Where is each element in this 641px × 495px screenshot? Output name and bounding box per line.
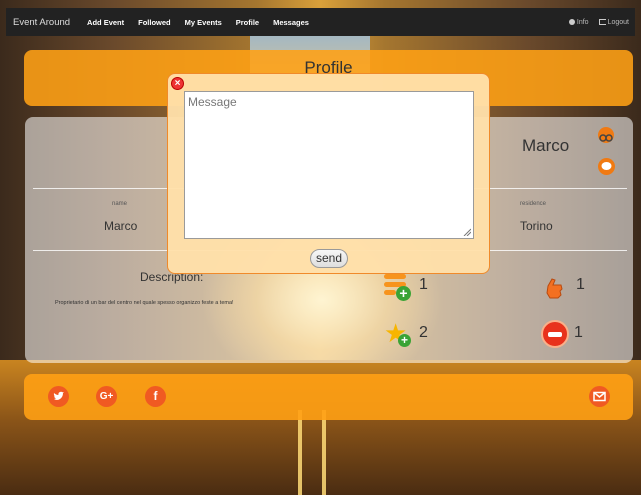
navbar: Event Around Add Event Followed My Event… — [6, 8, 635, 36]
likes-count: 1 — [576, 276, 585, 293]
profile-display-name: Marco — [522, 136, 570, 155]
name-label: name — [112, 201, 128, 207]
logout-link[interactable]: Logout — [598, 18, 629, 26]
follow-user-icon[interactable] — [598, 127, 614, 143]
info-label: Info — [576, 18, 589, 26]
nav-profile[interactable]: Profile — [229, 8, 266, 36]
info-link[interactable]: Info — [568, 18, 589, 26]
mail-icon[interactable] — [589, 386, 610, 407]
brand-link[interactable]: Event Around — [6, 8, 80, 36]
description-text: Proprietario di un bar del centro nel qu… — [55, 300, 234, 306]
background-rail — [298, 410, 302, 495]
message-textarea[interactable] — [184, 91, 474, 239]
created-events-icon: + — [384, 274, 412, 302]
residence-label: residence — [520, 201, 547, 207]
google-plus-icon[interactable]: G+ — [96, 386, 117, 407]
background-rail — [322, 410, 326, 495]
chat-icon[interactable] — [598, 158, 615, 175]
blocked-count: 1 — [574, 324, 583, 341]
people-icon — [599, 134, 613, 142]
followed-count: 2 — [419, 324, 428, 341]
block-icon[interactable] — [541, 320, 569, 348]
nav-messages[interactable]: Messages — [266, 8, 316, 36]
name-value: Marco — [104, 219, 138, 233]
twitter-icon[interactable] — [48, 386, 69, 407]
nav-followed[interactable]: Followed — [131, 8, 178, 36]
nav-my-events[interactable]: My Events — [178, 8, 229, 36]
logout-label: Logout — [607, 18, 629, 26]
facebook-icon[interactable]: f — [145, 386, 166, 407]
hand-icon[interactable] — [544, 276, 566, 300]
info-icon — [568, 19, 575, 25]
close-icon[interactable]: × — [171, 77, 184, 90]
navbar-right: Info Logout — [559, 19, 635, 26]
created-events-count: 1 — [419, 276, 428, 293]
send-button[interactable]: send — [310, 249, 348, 268]
residence-value: Torino — [520, 219, 553, 233]
speech-bubble-icon — [601, 162, 612, 170]
resize-grip-icon[interactable] — [463, 228, 471, 236]
nav-add-event[interactable]: Add Event — [80, 8, 131, 36]
add-icon: + — [398, 334, 411, 347]
logout-icon — [598, 19, 606, 25]
